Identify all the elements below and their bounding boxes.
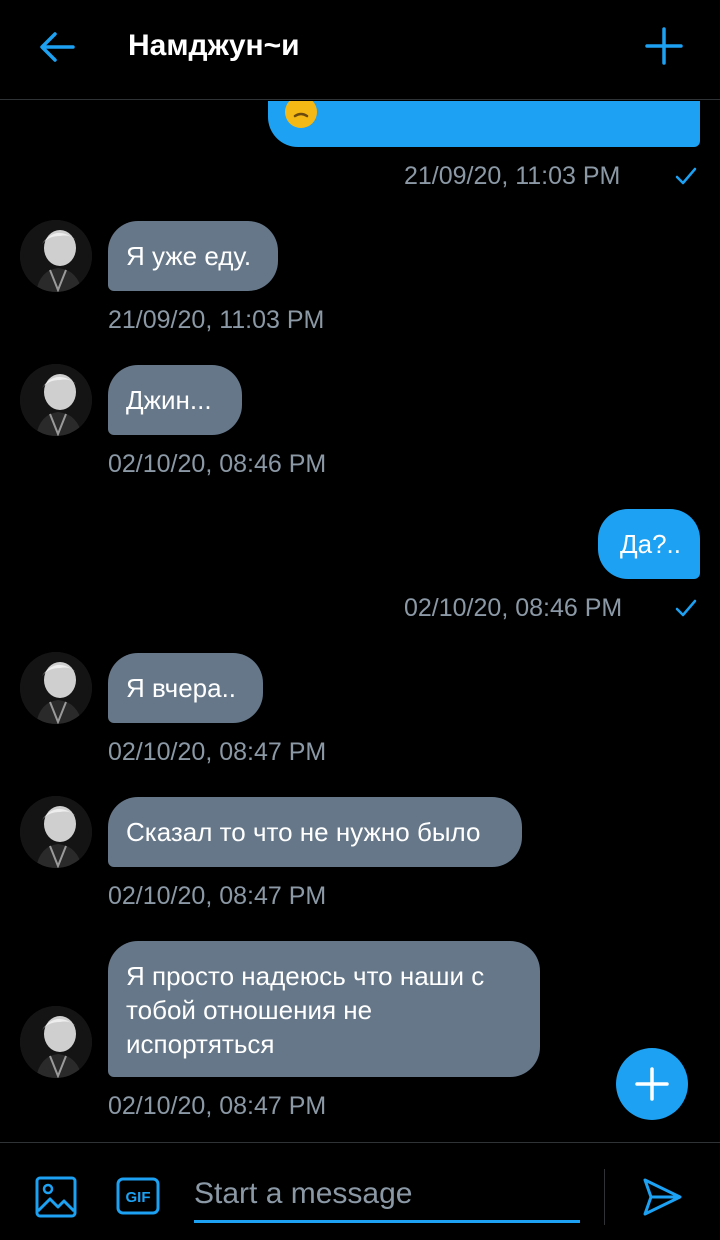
message-timestamp: 02/10/20, 08:47 PM [108, 882, 327, 910]
message-timestamp: 21/09/20, 11:03 PM [108, 306, 325, 334]
avatar-photo [20, 220, 92, 292]
message-input[interactable] [194, 1173, 580, 1223]
gif-icon: GIF [116, 1177, 160, 1215]
message-timestamp: 02/10/20, 08:47 PM [108, 738, 327, 766]
gif-label: GIF [126, 1189, 151, 1206]
composer-divider [604, 1169, 605, 1225]
send-button[interactable] [640, 1175, 684, 1219]
message-bubble-incoming[interactable]: Джин... [108, 365, 242, 435]
avatar-photo [20, 796, 92, 868]
avatar[interactable] [20, 796, 92, 868]
message-timestamp: 02/10/20, 08:46 PM [108, 450, 327, 478]
message-bubble-incoming[interactable]: Я уже еду. [108, 221, 278, 291]
message-timestamp: 02/10/20, 08:46 PM [404, 594, 623, 622]
conversation-header: Намджун~и [0, 0, 720, 100]
message-bubble-incoming[interactable]: Я вчера.. [108, 653, 263, 723]
message-bubble-outgoing[interactable]: Да?.. [598, 509, 700, 579]
conversation-title[interactable]: Намджун~и [128, 26, 300, 66]
avatar-photo [20, 1006, 92, 1078]
message-timestamp: 02/10/20, 08:47 PM [108, 1092, 327, 1120]
send-icon [643, 1178, 682, 1216]
new-message-fab[interactable] [616, 1048, 688, 1120]
avatar-photo [20, 364, 92, 436]
message-composer: GIF [0, 1142, 720, 1240]
avatar[interactable] [20, 652, 92, 724]
message-bubble-incoming[interactable]: Сказал то что не нужно было [108, 797, 522, 867]
avatar[interactable] [20, 1006, 92, 1078]
check-icon [675, 167, 697, 185]
add-gif-button[interactable]: GIF [116, 1177, 160, 1215]
plus-icon [635, 1067, 669, 1101]
avatar[interactable] [20, 220, 92, 292]
message-timestamp: 21/09/20, 11:03 PM [404, 162, 621, 190]
dm-conversation-screen: Намджун~и 21/09/20, 11:03 PM Я уже еду. … [0, 0, 720, 1240]
emoji-icon [285, 101, 317, 128]
message-bubble-outgoing[interactable] [268, 101, 700, 147]
plus-icon [645, 27, 683, 65]
avatar[interactable] [20, 364, 92, 436]
arrow-left-icon [40, 32, 75, 62]
avatar-photo [20, 652, 92, 724]
add-photo-button[interactable] [34, 1175, 78, 1219]
message-bubble-incoming[interactable]: Я просто надеюсь что наши с тобой отноше… [108, 941, 540, 1077]
message-thread[interactable]: 21/09/20, 11:03 PM Я уже еду. 21/09/20, … [0, 101, 720, 1141]
back-button[interactable] [34, 24, 80, 70]
new-button[interactable] [640, 22, 688, 70]
image-icon [35, 1176, 77, 1218]
check-icon [675, 599, 697, 617]
